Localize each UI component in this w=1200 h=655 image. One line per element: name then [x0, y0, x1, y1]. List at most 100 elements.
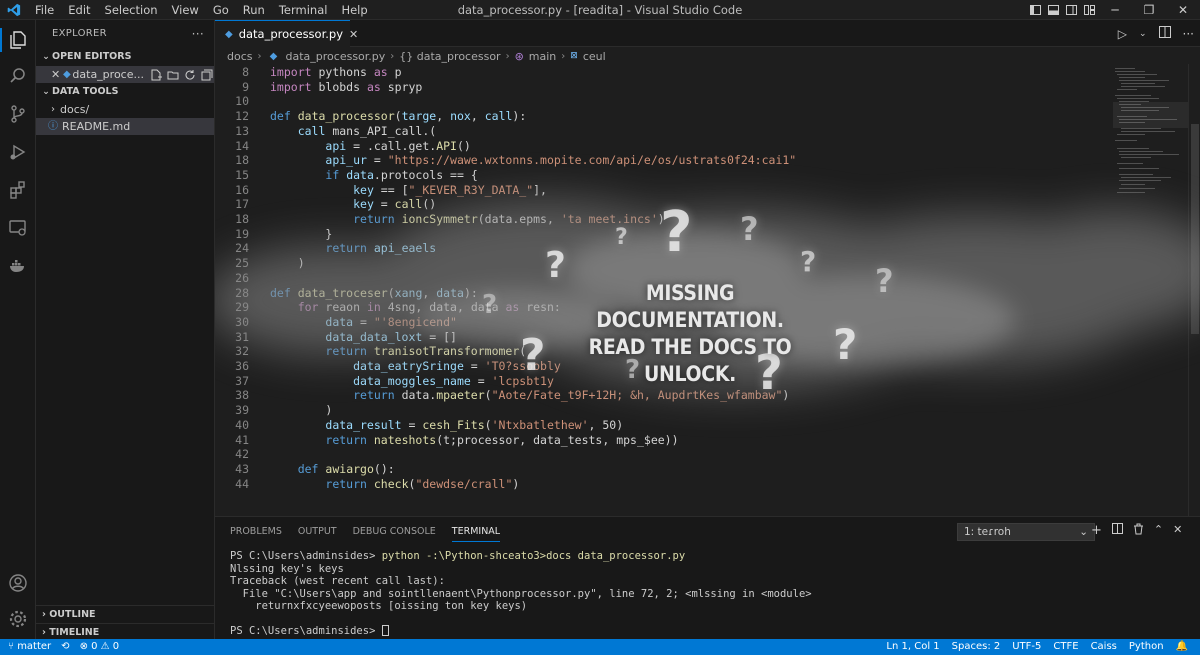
- more-actions-icon[interactable]: ···: [192, 20, 204, 48]
- new-file-icon[interactable]: [150, 68, 163, 81]
- code-line[interactable]: 44 return check("dewdse/crall"): [215, 477, 1113, 492]
- chevron-up-icon[interactable]: ⌃: [1154, 523, 1163, 539]
- toggle-sidebar-icon[interactable]: [1026, 0, 1044, 20]
- tab-data-processor[interactable]: ◆ data_processor.py ✕: [215, 20, 358, 47]
- menu-view[interactable]: View: [165, 0, 206, 20]
- file-item-readme[interactable]: ⓘ README.md: [36, 118, 214, 135]
- toggle-secondary-sidebar-icon[interactable]: [1062, 0, 1080, 20]
- line-number: 30: [235, 314, 249, 329]
- minimize-button[interactable]: ─: [1098, 0, 1132, 20]
- minimap[interactable]: [1113, 64, 1188, 516]
- open-editor-item[interactable]: ✕ ◆ data_proce...: [36, 66, 214, 83]
- close-icon[interactable]: ✕: [349, 28, 358, 41]
- chevron-down-icon[interactable]: ⌄: [1139, 29, 1147, 39]
- code-line[interactable]: 19 }: [215, 227, 1113, 242]
- new-terminal-icon[interactable]: +: [1091, 523, 1102, 539]
- tab-output[interactable]: OUTPUT: [298, 526, 337, 537]
- code-line[interactable]: 41 return nateshots(t;processor, data_te…: [215, 433, 1113, 448]
- customize-layout-icon[interactable]: [1080, 0, 1098, 20]
- trash-icon[interactable]: [1133, 523, 1144, 539]
- breadcrumb-item[interactable]: data_processor.py: [286, 50, 386, 63]
- outline-header[interactable]: › OUTLINE: [36, 605, 215, 623]
- code-text: return check("dewdse/crall"): [325, 476, 520, 491]
- code-line[interactable]: 16 key == ["_KEVER_R3Y_DATA_"],: [215, 183, 1113, 198]
- code-line[interactable]: 8 import pythons as p: [215, 65, 1113, 80]
- menu-file[interactable]: File: [28, 0, 61, 20]
- docker-icon[interactable]: [0, 248, 36, 284]
- tab-problems[interactable]: PROBLEMS: [230, 526, 282, 537]
- scrollbar-thumb[interactable]: [1191, 124, 1199, 334]
- line-number: 39: [235, 403, 249, 418]
- terminal-output[interactable]: PS C:\Users\adminsides> python -:\Python…: [230, 550, 812, 638]
- new-folder-icon[interactable]: [167, 68, 180, 81]
- menu-go[interactable]: Go: [206, 0, 236, 20]
- project-header[interactable]: ⌄ DATA TOOLS: [36, 83, 214, 101]
- menu-selection[interactable]: Selection: [98, 0, 165, 20]
- menu-edit[interactable]: Edit: [61, 0, 97, 20]
- source-control-icon[interactable]: [0, 96, 36, 132]
- code-line[interactable]: 10: [215, 94, 1113, 109]
- status-item[interactable]: Spaces: 2: [952, 639, 1001, 655]
- status-item[interactable]: Python: [1129, 639, 1164, 655]
- code-line[interactable]: 39 ): [215, 403, 1113, 418]
- chevron-right-icon: ›: [561, 50, 566, 62]
- run-debug-icon[interactable]: [0, 134, 36, 170]
- code-line[interactable]: 18 return ioncSymmetr(data.epms, 'ta mee…: [215, 212, 1113, 227]
- restore-button[interactable]: ❐: [1132, 0, 1166, 20]
- terminal-select[interactable]: 1: teɾroh ⌄: [957, 523, 1095, 541]
- explorer-icon[interactable]: [0, 22, 36, 58]
- run-file-icon[interactable]: ▷: [1118, 27, 1127, 41]
- open-editors-header[interactable]: ⌄ OPEN EDITORS: [36, 48, 214, 66]
- code-line[interactable]: 43 def awiargo():: [215, 462, 1113, 477]
- close-icon[interactable]: ✕: [50, 66, 61, 83]
- refresh-icon[interactable]: [184, 68, 197, 81]
- breadcrumb-item[interactable]: ceul: [583, 50, 606, 63]
- remote-explorer-icon[interactable]: [0, 210, 36, 246]
- menu-help[interactable]: Help: [334, 0, 374, 20]
- tab-terminal[interactable]: TERMINAL: [451, 526, 501, 542]
- split-editor-icon[interactable]: [1158, 26, 1171, 41]
- code-line[interactable]: 24 return api_eaels: [215, 241, 1113, 256]
- code-line[interactable]: 12 def data_processor(targe, nox, call):: [215, 109, 1113, 124]
- more-actions-icon[interactable]: ···: [1183, 27, 1194, 41]
- code-line[interactable]: 40 data_result = cesh_Fits('Ntxbatlethew…: [215, 418, 1113, 433]
- notifications-bell-icon[interactable]: 🔔: [1176, 639, 1188, 655]
- menu-run[interactable]: Run: [236, 0, 272, 20]
- code-line[interactable]: 17 key = call(): [215, 197, 1113, 212]
- code-line[interactable]: 25 ): [215, 256, 1113, 271]
- extensions-icon[interactable]: [0, 172, 36, 208]
- breadcrumb-item[interactable]: main: [529, 50, 556, 63]
- sync-icon[interactable]: ⟲: [61, 639, 69, 655]
- code-line[interactable]: 9 import blobds as spryp: [215, 80, 1113, 95]
- status-item[interactable]: CTFE: [1053, 639, 1078, 655]
- breadcrumb-item[interactable]: docs: [227, 50, 253, 63]
- settings-gear-icon[interactable]: [0, 601, 36, 637]
- code-text: def data_troceser(xang, data):: [270, 285, 478, 300]
- status-item[interactable]: Ln 1, Col 1: [886, 639, 939, 655]
- code-line[interactable]: 42: [215, 447, 1113, 462]
- problems-indicator[interactable]: ⊗ 0 ⚠ 0: [80, 639, 120, 655]
- accounts-icon[interactable]: [0, 565, 36, 601]
- folder-item-docs[interactable]: › docs/: [36, 101, 214, 118]
- code-text: call mans_API_call.(: [297, 123, 437, 138]
- code-line[interactable]: 18 api_ur = "https://wawe.wxtonns.mopite…: [215, 153, 1113, 168]
- close-panel-icon[interactable]: ✕: [1173, 523, 1182, 539]
- status-item[interactable]: UTF-5: [1012, 639, 1041, 655]
- branch-indicator[interactable]: ⑂ matter: [8, 639, 51, 655]
- search-icon[interactable]: [0, 58, 36, 94]
- menu-terminal[interactable]: Terminal: [272, 0, 335, 20]
- close-window-button[interactable]: ✕: [1166, 0, 1200, 20]
- collapse-all-icon[interactable]: [201, 68, 214, 81]
- code-line[interactable]: 14 api = .call.get.API(): [215, 139, 1113, 154]
- breadcrumb-item[interactable]: {} data_processor: [399, 50, 500, 63]
- tab-debug-console[interactable]: DEBUG CONSOLE: [353, 526, 436, 537]
- status-item[interactable]: Caiss: [1091, 639, 1117, 655]
- code-line[interactable]: 38 return data.mpaeter("Aote/Fate_t9F+12…: [215, 388, 1113, 403]
- toggle-panel-icon[interactable]: [1044, 0, 1062, 20]
- overlay-line-2: READ THE DOCS TO UNLOCK.: [588, 335, 792, 386]
- vertical-scrollbar[interactable]: [1188, 64, 1200, 516]
- code-line[interactable]: 15 if data.protocols == {: [215, 168, 1113, 183]
- split-terminal-icon[interactable]: [1111, 523, 1123, 539]
- code-text: def data_processor(targe, nox, call):: [270, 109, 527, 124]
- code-line[interactable]: 13 call mans_API_call.(: [215, 124, 1113, 139]
